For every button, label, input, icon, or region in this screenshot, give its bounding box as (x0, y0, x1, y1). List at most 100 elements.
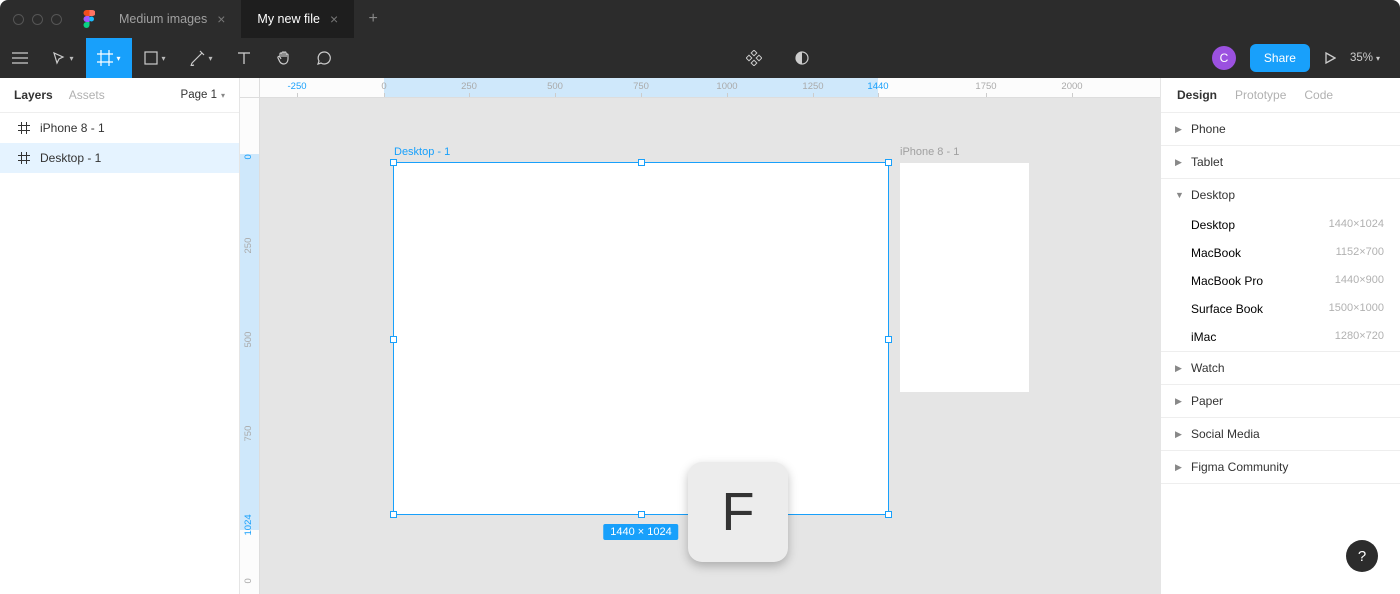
minimize-window-icon[interactable] (32, 14, 43, 25)
preset-group-header[interactable]: ▶ Phone (1161, 113, 1400, 145)
preset-group-name: Watch (1191, 361, 1225, 375)
figma-logo-icon[interactable] (75, 10, 103, 28)
close-window-icon[interactable] (13, 14, 24, 25)
preset-group-header[interactable]: ▶ Tablet (1161, 146, 1400, 178)
preset-group-name: Tablet (1191, 155, 1223, 169)
user-avatar[interactable]: C (1212, 46, 1236, 70)
preset-group-name: Figma Community (1191, 460, 1288, 474)
ruler-corner (240, 78, 260, 98)
components-icon[interactable] (734, 38, 774, 78)
frame-desktop[interactable]: Desktop - 1 1440 × 1024 (394, 163, 888, 514)
chevron-down-icon: ▾ (161, 54, 165, 63)
preset-item[interactable]: MacBook1152×700 (1161, 239, 1400, 267)
preset-item[interactable]: Desktop1440×1024 (1161, 211, 1400, 239)
chevron-right-icon: ▶ (1175, 157, 1183, 168)
window-controls[interactable] (0, 14, 75, 25)
file-tabs: Medium images × My new file × + (103, 0, 392, 38)
chevron-right-icon: ▶ (1175, 462, 1183, 473)
text-tool[interactable] (224, 38, 264, 78)
file-tab[interactable]: Medium images × (103, 0, 241, 38)
help-button[interactable]: ? (1346, 540, 1378, 572)
assets-tab[interactable]: Assets (69, 88, 105, 102)
preset-group-header[interactable]: ▶Social Media (1161, 418, 1400, 450)
preset-name: iMac (1191, 330, 1216, 344)
file-tab[interactable]: My new file × (241, 0, 354, 38)
layer-row[interactable]: iPhone 8 - 1 (0, 113, 239, 143)
design-tab[interactable]: Design (1177, 88, 1217, 102)
resize-handle[interactable] (638, 511, 645, 518)
resize-handle[interactable] (638, 159, 645, 166)
chevron-down-icon: ▾ (221, 91, 225, 100)
preset-group-header[interactable]: ▶ Paper (1161, 385, 1400, 417)
resize-handle[interactable] (390, 511, 397, 518)
zoom-value: 35% (1350, 52, 1373, 64)
close-tab-icon[interactable]: × (330, 11, 338, 27)
shape-tool[interactable]: ▾ (132, 38, 178, 78)
chevron-down-icon: ▾ (208, 54, 212, 63)
resize-handle[interactable] (885, 511, 892, 518)
preset-group-name: Social Media (1191, 427, 1260, 441)
chevron-down-icon: ▾ (1376, 54, 1380, 63)
preset-dims: 1440×900 (1335, 274, 1384, 288)
present-button[interactable] (1324, 38, 1336, 78)
tab-label: My new file (257, 12, 320, 26)
resize-handle[interactable] (390, 159, 397, 166)
preset-group-name: Paper (1191, 394, 1223, 408)
resize-handle[interactable] (885, 159, 892, 166)
frame-iphone[interactable]: iPhone 8 - 1 (900, 163, 1029, 392)
preset-item[interactable]: MacBook Pro 1440×900 (1161, 267, 1400, 295)
frame-tool[interactable]: ▾ (86, 38, 132, 78)
app-window: Medium images × My new file × + ▾ ▾ ▾ (0, 0, 1400, 594)
preset-group-name: Desktop (1191, 188, 1235, 202)
preset-group-header[interactable]: ▼ Desktop (1161, 179, 1400, 211)
hand-tool[interactable] (264, 38, 304, 78)
prototype-tab[interactable]: Prototype (1235, 88, 1286, 102)
preset-dims: 1280×720 (1335, 330, 1384, 344)
comment-tool[interactable] (304, 38, 344, 78)
close-tab-icon[interactable]: × (217, 11, 225, 27)
code-tab[interactable]: Code (1304, 88, 1333, 102)
canvas[interactable]: -250025050075010001250144017502000 02505… (240, 78, 1160, 594)
tab-label: Medium images (119, 12, 207, 26)
preset-name: Surface Book (1191, 302, 1263, 316)
chevron-down-icon: ▾ (69, 54, 73, 63)
page-selector[interactable]: Page 1 ▾ (181, 89, 225, 101)
mask-icon[interactable] (782, 38, 822, 78)
frame-label[interactable]: Desktop - 1 (394, 146, 450, 158)
layer-name: Desktop - 1 (40, 151, 101, 165)
layer-row[interactable]: Desktop - 1 (0, 143, 239, 173)
titlebar: Medium images × My new file × + (0, 0, 1400, 38)
layers-tab[interactable]: Layers (14, 88, 53, 102)
preset-group-header[interactable]: ▶ Watch (1161, 352, 1400, 384)
maximize-window-icon[interactable] (51, 14, 62, 25)
preset-group-header[interactable]: ▶ Figma Community (1161, 451, 1400, 483)
left-panel: Layers Assets Page 1 ▾ iPhone 8 - 1 Deskt… (0, 78, 240, 594)
frame-icon (18, 122, 30, 134)
move-tool[interactable]: ▾ (40, 38, 86, 78)
preset-item[interactable]: Surface Book1500×1000 (1161, 295, 1400, 323)
resize-handle[interactable] (390, 336, 397, 343)
frame-icon (18, 152, 30, 164)
chevron-right-icon: ▶ (1175, 396, 1183, 407)
preset-item[interactable]: iMac 1280×720 (1161, 323, 1400, 351)
frame-presets: ▶Phone▶Tablet▼DesktopDesktop1440×1024Mac… (1161, 113, 1400, 484)
layers-list: iPhone 8 - 1 Desktop - 1 (0, 113, 239, 173)
preset-name: Desktop (1191, 218, 1235, 232)
preset-name: MacBook (1191, 246, 1241, 260)
chevron-right-icon: ▶ (1175, 124, 1183, 135)
chevron-down-icon: ▼ (1175, 190, 1183, 200)
menu-button[interactable] (0, 38, 40, 78)
pen-tool[interactable]: ▾ (178, 38, 224, 78)
ruler-horizontal: -250025050075010001250144017502000 (260, 78, 1160, 98)
page-label: Page 1 (181, 89, 217, 101)
frame-label[interactable]: iPhone 8 - 1 (900, 146, 959, 158)
zoom-selector[interactable]: 35% ▾ (1350, 52, 1380, 64)
chevron-right-icon: ▶ (1175, 363, 1183, 374)
preset-group-name: Phone (1191, 122, 1226, 136)
resize-handle[interactable] (885, 336, 892, 343)
layer-name: iPhone 8 - 1 (40, 121, 105, 135)
preset-name: MacBook Pro (1191, 274, 1263, 288)
share-button[interactable]: Share (1250, 44, 1310, 72)
right-panel: Design Prototype Code ▶ Phone ▶ Tablet ▼ Desk… (1160, 78, 1400, 594)
new-tab-button[interactable]: + (354, 0, 392, 38)
